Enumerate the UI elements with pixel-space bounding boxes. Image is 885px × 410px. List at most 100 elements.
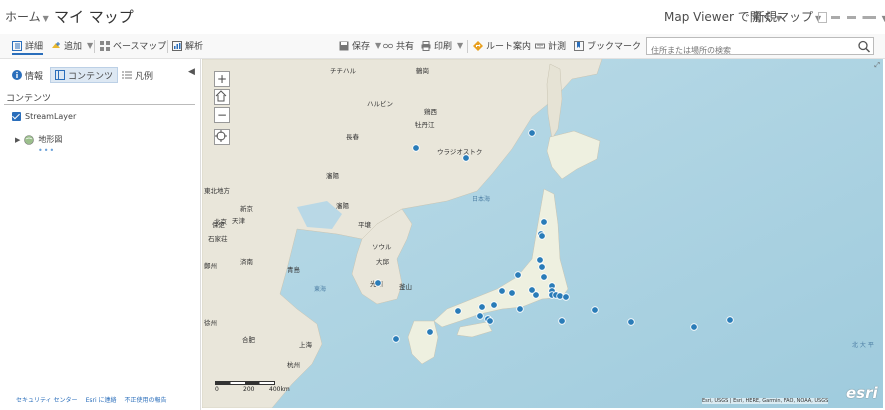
place-label: 瀋陽 <box>336 201 350 210</box>
place-label: 青島 <box>287 265 301 274</box>
stream-point[interactable] <box>726 316 734 324</box>
analysis-icon <box>172 40 182 51</box>
divider <box>4 104 195 105</box>
expand-map-icon[interactable]: ⤢ <box>874 61 880 70</box>
stream-point[interactable] <box>498 287 506 295</box>
stream-point[interactable] <box>528 129 536 137</box>
place-label: 牡丹江 <box>415 120 435 129</box>
layer-item-streamlayer[interactable]: StreamLayer <box>12 112 76 121</box>
sea-label: 北 大 平 <box>852 341 874 349</box>
save-button[interactable]: 保存 ▼ <box>339 39 381 52</box>
print-icon <box>421 40 431 51</box>
stream-point[interactable] <box>540 218 548 226</box>
home-extent-button[interactable] <box>214 89 230 105</box>
bookmark-icon <box>574 40 584 51</box>
stream-point[interactable] <box>486 317 494 325</box>
place-label: 済南 <box>240 257 254 266</box>
stream-point[interactable] <box>476 312 484 320</box>
scale-bar: 0 200 400km <box>215 381 295 395</box>
basemap-grid-icon <box>100 40 110 51</box>
stream-point[interactable] <box>426 328 434 336</box>
footer-links: セキュリティ センター Esri に連絡 不正使用の報告 <box>0 395 200 404</box>
page-title: マイ マップ <box>54 8 134 26</box>
print-button[interactable]: 印刷 ▼ <box>421 39 463 52</box>
search-icon[interactable] <box>857 40 871 53</box>
place-label: 合肥 <box>242 335 256 344</box>
search-box <box>646 37 874 59</box>
stream-point[interactable] <box>536 256 544 264</box>
contact-esri-link[interactable]: Esri に連絡 <box>86 395 117 404</box>
locate-icon <box>215 130 227 142</box>
layer-item-basemap[interactable]: ▶ 地形図 <box>15 134 62 145</box>
tab-legend[interactable]: 凡例 <box>118 67 157 83</box>
stream-point[interactable] <box>562 293 570 301</box>
avatar <box>818 12 827 23</box>
place-label: 天津 <box>232 217 246 225</box>
home-menu[interactable]: ホーム ▼ <box>5 8 49 25</box>
stream-point[interactable] <box>454 307 462 315</box>
zoom-out-button[interactable]: − <box>214 107 230 123</box>
user-menu[interactable]: ▼ <box>818 10 885 24</box>
report-abuse-link[interactable]: 不正使用の報告 <box>125 395 167 404</box>
stream-point[interactable] <box>591 306 599 314</box>
zoom-in-button[interactable]: + <box>214 71 230 87</box>
stream-point[interactable] <box>508 289 516 297</box>
collapse-sidebar-icon[interactable]: ◀ <box>188 67 195 77</box>
save-disk-icon <box>339 41 349 50</box>
map-canvas[interactable]: チチハル 鶴崗 ハルビン 長春 牡丹江 鶏西 ウラジオストク 瀋陽 東北地方 瀋… <box>202 59 883 408</box>
share-button[interactable]: 共有 <box>383 39 414 52</box>
basemap-globe-icon <box>24 134 35 145</box>
home-icon <box>215 90 227 102</box>
place-label: 保定 <box>212 220 226 229</box>
stream-point[interactable] <box>556 292 564 300</box>
details-button[interactable]: 詳細 <box>12 39 44 55</box>
stream-point[interactable] <box>540 273 548 281</box>
more-options-icon[interactable]: ••• <box>38 146 55 155</box>
map-view[interactable]: チチハル 鶴崗 ハルビン 長春 牡丹江 鶏西 ウラジオストク 瀋陽 東北地方 瀋… <box>202 59 883 408</box>
stream-point[interactable] <box>690 323 698 331</box>
layer-label: StreamLayer <box>25 112 77 121</box>
stream-point[interactable] <box>538 232 546 240</box>
place-label: 鄭州 <box>204 261 217 270</box>
place-label: 大邱 <box>376 257 390 266</box>
security-center-link[interactable]: セキュリティ センター <box>16 395 78 404</box>
stream-point[interactable] <box>374 279 382 287</box>
stream-point[interactable] <box>528 286 536 294</box>
place-label: 長春 <box>346 132 360 141</box>
bookmarks-button[interactable]: ブックマーク <box>574 39 641 52</box>
sea-label: 日本海 <box>472 195 490 203</box>
tab-contents[interactable]: コンテンツ <box>50 67 119 83</box>
expand-arrow-icon[interactable]: ▶ <box>15 136 20 144</box>
layer-label: 地形図 <box>38 135 63 144</box>
stream-point[interactable] <box>558 317 566 325</box>
tab-info[interactable]: 情報 <box>8 67 47 83</box>
place-label: 平壌 <box>358 220 372 229</box>
add-button[interactable]: 追加 ▼ <box>51 39 93 52</box>
share-link-icon <box>383 43 393 48</box>
new-map-menu[interactable]: 新規マップ ▼ <box>753 8 821 25</box>
search-input[interactable] <box>647 42 852 59</box>
place-label: 石家荘 <box>208 234 228 243</box>
info-icon <box>12 70 22 80</box>
stream-point[interactable] <box>516 305 524 313</box>
stream-point[interactable] <box>627 318 635 326</box>
analysis-button[interactable]: 解析 <box>172 39 203 52</box>
place-label: 鶴崗 <box>416 66 429 75</box>
place-label: 東北地方 <box>204 186 231 195</box>
stream-point[interactable] <box>392 335 400 343</box>
stream-point[interactable] <box>462 154 470 162</box>
basemap-button[interactable]: ベースマップ <box>100 39 166 52</box>
measure-button[interactable]: 計測 <box>535 39 566 52</box>
stream-point[interactable] <box>514 271 522 279</box>
stream-point[interactable] <box>412 144 420 152</box>
locate-button[interactable] <box>214 129 230 145</box>
directions-button[interactable]: ルート案内 <box>473 39 531 52</box>
stream-point[interactable] <box>538 263 546 271</box>
stream-point[interactable] <box>490 301 498 309</box>
place-label: 瀋陽 <box>326 171 340 180</box>
stream-point[interactable] <box>478 303 486 311</box>
sidebar: 情報 コンテンツ 凡例 ◀ コンテンツ StreamLayer ▶ 地形図 ••… <box>0 59 201 410</box>
layer-checkbox[interactable] <box>12 112 21 121</box>
contents-heading: コンテンツ <box>6 94 52 104</box>
sea-label: 東海 <box>314 285 326 293</box>
